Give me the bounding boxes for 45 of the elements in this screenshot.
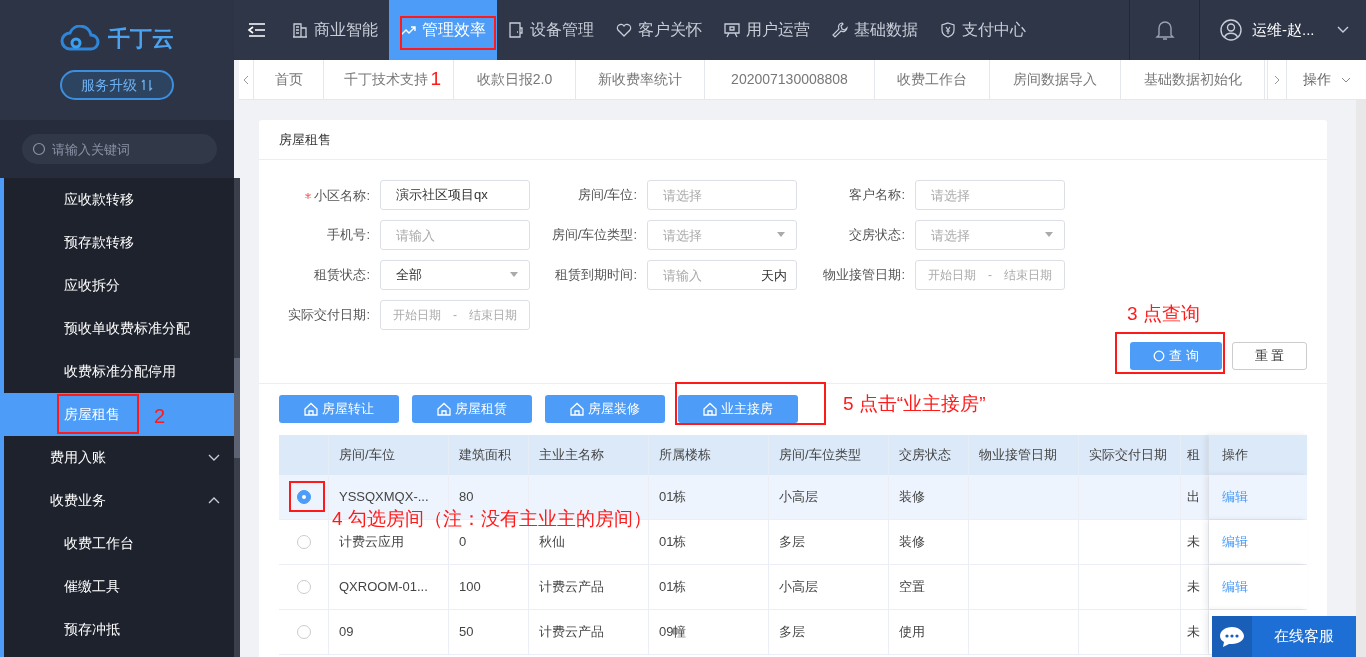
table-cell-text: 计费云应用 (339, 533, 404, 552)
table-cell-text: 小高层 (779, 488, 818, 507)
table-cell-text: 0 (459, 533, 467, 552)
field-label: 租赁到期时间: (554, 266, 638, 285)
column-header: 操作 (1209, 435, 1307, 475)
table-cell-text: 使用 (899, 623, 925, 642)
table-cell-text: 秋仙 (539, 533, 565, 552)
table-cell-text: 计费云产品 (539, 578, 604, 597)
field-label: 小区名称: (314, 186, 370, 205)
field-label: 实际交付日期: (287, 306, 371, 325)
table-cell-text: 计费云产品 (539, 623, 604, 642)
field-label: 物业接管日期: (822, 266, 906, 285)
table-cell-text: 未 (1187, 533, 1200, 552)
table-cell-text: 未 (1187, 578, 1200, 597)
annotation-text: 1 (430, 67, 441, 91)
field-label: 手机号: (326, 226, 371, 245)
annotation-text: 5 点击“业主接房” (843, 392, 986, 416)
table-cell-text: 09幢 (659, 623, 687, 642)
annotation-text: 2 (154, 404, 166, 429)
table-cell-text: 未 (1187, 623, 1200, 642)
table-cell-text: 小高层 (779, 578, 818, 597)
table-cell-text: 出 (1187, 488, 1200, 507)
table-cell-text: 装修 (899, 488, 925, 507)
page-title: 房屋租售 (279, 130, 331, 149)
table-cell-text: 09 (339, 623, 354, 642)
table-cell-text: 多层 (779, 623, 805, 642)
table-cell-text: 50 (459, 623, 474, 642)
field-label: 租赁状态: (313, 266, 371, 285)
annotation-text: 3 点查询 (1127, 302, 1200, 326)
table-cell-text: QXROOM-01... (339, 578, 428, 597)
table-cell-text: 装修 (899, 533, 925, 552)
field-label: 交房状态: (848, 226, 906, 245)
table-cell-text: 空置 (899, 578, 925, 597)
table-cell-text: YSSQXMQX-... (339, 488, 429, 507)
table-cell-text: 多层 (779, 533, 805, 552)
logo-text: 千丁云 (108, 24, 174, 53)
unit-label: 天内 (761, 267, 787, 285)
table-cell-text: 01栋 (659, 533, 687, 552)
table-cell-text: 100 (459, 578, 481, 597)
table-cell-text: 01栋 (659, 578, 687, 597)
field-label: 客户名称: (848, 186, 906, 205)
field-label: 房间/车位: (576, 186, 638, 205)
table-cell-text: 01栋 (659, 488, 687, 507)
table-cell-text: 80 (459, 488, 474, 507)
field-label: 房间/车位类型: (550, 226, 638, 245)
